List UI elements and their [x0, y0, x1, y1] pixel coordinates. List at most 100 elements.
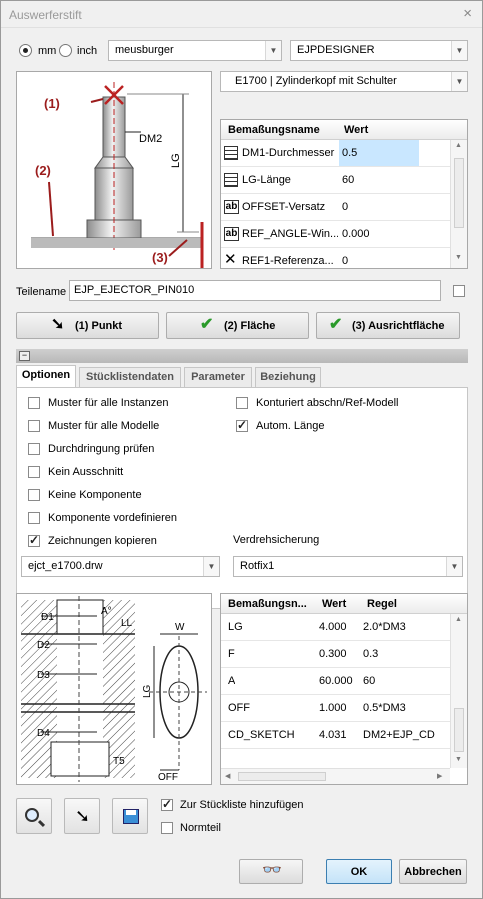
sketch-label-d3: D3	[37, 670, 50, 681]
pick-point-button[interactable]: ➘ (1) Punkt	[16, 312, 159, 339]
rule-value[interactable]: 4.031	[319, 729, 347, 741]
scroll-up-icon[interactable]: ▲	[455, 616, 462, 623]
pick-align-button[interactable]: ✔ (3) Ausrichtfläche	[316, 312, 460, 339]
checkbox-contoured-cut[interactable]	[236, 397, 248, 409]
section-collapse-bar[interactable]: −	[16, 349, 468, 363]
radio-inch[interactable]	[59, 44, 72, 57]
rule-hscrollbar[interactable]: ◀ ▶	[221, 768, 450, 784]
tab-parameters[interactable]: Parameter	[184, 367, 252, 387]
scroll-down-icon[interactable]: ▼	[455, 254, 462, 261]
pick-surface-button[interactable]: ✔ (2) Fläche	[166, 312, 309, 339]
place-cursor-button[interactable]: ➘	[64, 798, 100, 834]
checkbox-auto-length[interactable]	[236, 418, 248, 432]
radio-mm[interactable]	[19, 44, 32, 57]
checkbox-no-cutout[interactable]	[28, 466, 40, 478]
rule-name: OFF	[228, 702, 250, 714]
rule-table: Bemaßungsn... Wert Regel LG 4.000 2.0*DM…	[220, 593, 468, 785]
chevron-down-icon: ▼	[451, 72, 467, 91]
checkbox-add-to-bom[interactable]	[161, 797, 173, 811]
radio-dot-icon	[23, 48, 28, 53]
scroll-thumb[interactable]	[238, 772, 326, 781]
scroll-thumb[interactable]	[454, 158, 464, 228]
rule-value[interactable]: 0.300	[319, 648, 347, 660]
table-row[interactable]: LG 4.000 2.0*DM3	[221, 614, 450, 641]
scroll-right-icon[interactable]: ▶	[437, 772, 442, 780]
checkbox-copy-drawings[interactable]	[28, 533, 40, 547]
rule-vscrollbar[interactable]: ▲ ▼	[450, 614, 467, 768]
table-row[interactable]: OFF 1.000 0.5*DM3	[221, 695, 450, 722]
collapse-icon[interactable]: −	[19, 351, 30, 361]
part-name-label: Teilename	[16, 286, 67, 298]
dim-value[interactable]: 0.5	[342, 147, 357, 159]
rule-value[interactable]: 4.000	[319, 621, 347, 633]
scroll-up-icon[interactable]: ▲	[455, 142, 462, 149]
glasses-button[interactable]: 👓	[239, 859, 303, 884]
rule-expr[interactable]: 60	[363, 675, 375, 687]
table-row[interactable]: DM1-Durchmesser 0.5	[221, 140, 450, 167]
table-row[interactable]: ✕ REF1-Referenza... 0	[221, 248, 450, 268]
rule-value[interactable]: 60.000	[319, 675, 353, 687]
checkbox-no-component[interactable]	[28, 489, 40, 501]
cancel-label: Abbrechen	[404, 866, 462, 878]
rule-expr[interactable]: 2.0*DM3	[363, 621, 406, 633]
designer-select[interactable]: EJPDESIGNER ▼	[290, 40, 468, 61]
dim-name: REF_ANGLE-Win...	[242, 228, 338, 240]
anti-rotation-value: Rotfix1	[240, 560, 275, 572]
preview-label-dm2: DM2	[139, 133, 162, 145]
ok-label: OK	[350, 866, 368, 878]
vendor-select[interactable]: meusburger ▼	[108, 40, 282, 61]
table-row[interactable]: ab OFFSET-Versatz 0	[221, 194, 450, 221]
part-name-field[interactable]: EJP_EJECTOR_PIN010	[69, 280, 441, 301]
part-name-checkbox[interactable]	[453, 285, 465, 297]
dimension-scrollbar[interactable]: ▲ ▼	[450, 140, 467, 268]
rule-name: F	[228, 648, 235, 660]
pick-point-label: (1) Punkt	[75, 320, 123, 332]
dim-value[interactable]: 0.000	[342, 228, 370, 240]
scroll-left-icon[interactable]: ◀	[225, 772, 230, 780]
cross-icon: ✕	[224, 251, 237, 268]
scroll-down-icon[interactable]: ▼	[455, 756, 462, 763]
table-row[interactable]: F 0.300 0.3	[221, 641, 450, 668]
cursor-check-icon: ✔	[329, 316, 343, 333]
preview-label-3: (3)	[152, 250, 168, 265]
rule-value[interactable]: 1.000	[319, 702, 347, 714]
drawing-value: ejct_e1700.drw	[28, 560, 103, 572]
save-button[interactable]	[112, 798, 148, 834]
rule-expr[interactable]: 0.5*DM3	[363, 702, 406, 714]
dim-name: OFFSET-Versatz	[242, 201, 326, 213]
dim-value[interactable]: 0	[342, 201, 348, 213]
zoom-preview-button[interactable]	[16, 798, 52, 834]
ok-button[interactable]: OK	[326, 859, 392, 884]
rule-expr[interactable]: 0.3	[363, 648, 378, 660]
checkbox-pattern-instances[interactable]	[28, 397, 40, 409]
dim-value[interactable]: 60	[342, 174, 354, 186]
table-row[interactable]: ab REF_ANGLE-Win... 0.000	[221, 221, 450, 248]
table-row[interactable]: A 60.000 60	[221, 668, 450, 695]
checkbox-standard-part[interactable]	[161, 822, 173, 834]
scroll-thumb[interactable]	[454, 708, 464, 752]
table-icon	[224, 146, 238, 160]
table-row[interactable]: CD_SKETCH 4.031 DM2+EJP_CD	[221, 722, 450, 749]
close-icon[interactable]: ×	[463, 5, 472, 22]
checkbox-check-interference[interactable]	[28, 443, 40, 455]
dim-value[interactable]: 0	[342, 255, 348, 267]
cancel-button[interactable]: Abbrechen	[399, 859, 467, 884]
rule-expr[interactable]: DM2+EJP_CD	[363, 729, 435, 741]
option-label: Komponente vordefinieren	[48, 512, 178, 524]
glasses-icon: 👓	[262, 862, 282, 879]
rule-name: LG	[228, 621, 243, 633]
anti-rotation-select[interactable]: Rotfix1 ▼	[233, 556, 463, 577]
chevron-down-icon: ▼	[446, 557, 462, 576]
option-label: Keine Komponente	[48, 489, 142, 501]
drawing-select[interactable]: ejct_e1700.drw ▼	[21, 556, 220, 577]
tab-relations[interactable]: Beziehung	[255, 367, 321, 387]
checkbox-predefine-component[interactable]	[28, 512, 40, 524]
tab-options[interactable]: Optionen	[16, 365, 76, 388]
option-label: Zeichnungen kopieren	[48, 535, 157, 547]
table-icon	[224, 173, 238, 187]
tab-bom-data[interactable]: Stücklistendaten	[79, 367, 181, 387]
checkbox-pattern-models[interactable]	[28, 420, 40, 432]
window-title: Auswerferstift	[9, 8, 82, 22]
table-row[interactable]: LG-Länge 60	[221, 167, 450, 194]
type-select[interactable]: E1700 | Zylinderkopf mit Schulter ▼	[220, 71, 468, 92]
